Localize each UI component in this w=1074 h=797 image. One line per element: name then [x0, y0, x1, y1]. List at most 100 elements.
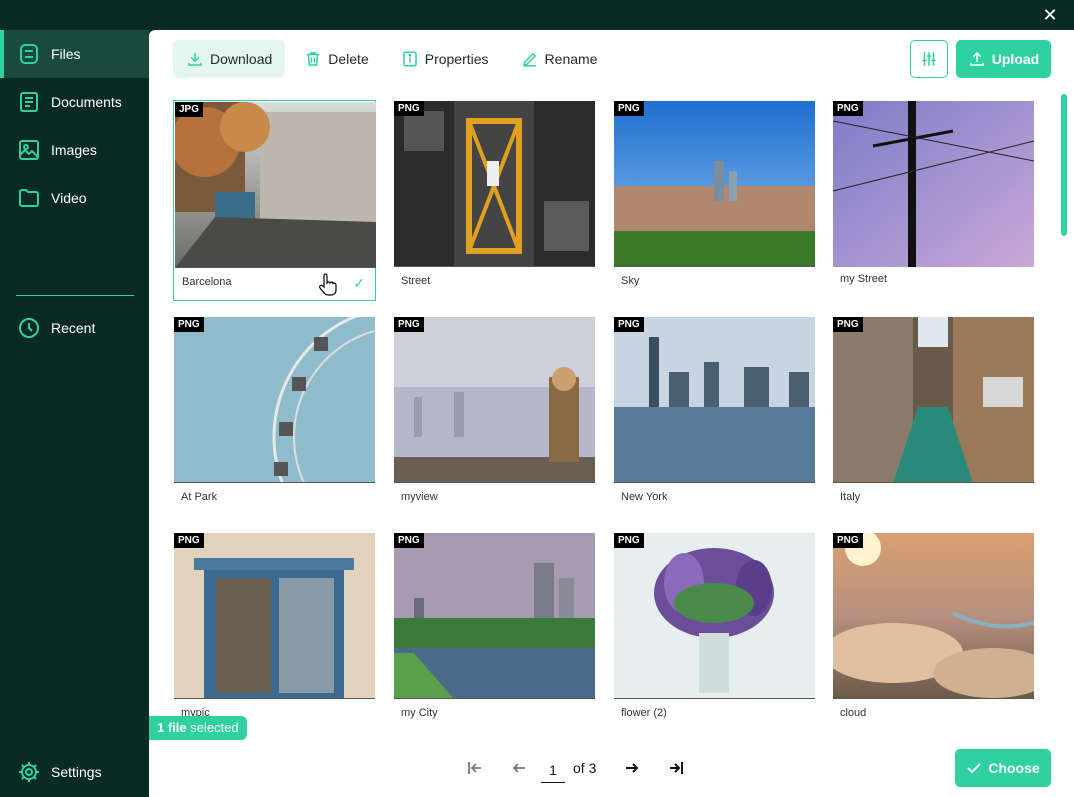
current-page[interactable]: 1: [541, 762, 565, 783]
file-name: Barcelona: [182, 276, 232, 288]
title-bar: ✕: [0, 0, 1074, 30]
hand-cursor-icon: [319, 273, 337, 296]
download-button[interactable]: Download: [173, 40, 286, 78]
file-card[interactable]: JPG Barcelona ✓: [173, 100, 376, 301]
sidebar-item-label: Video: [51, 190, 87, 206]
file-card[interactable]: PNG At Park: [173, 316, 376, 517]
card-divider: [833, 482, 1034, 483]
card-divider: [174, 482, 375, 483]
thumbnail-image: [833, 317, 1034, 483]
file-type-badge: PNG: [394, 101, 424, 116]
file-name: Sky: [621, 275, 640, 287]
sidebar-item-documents[interactable]: Documents: [0, 78, 149, 126]
file-name: my Street: [840, 273, 888, 285]
prev-page-button[interactable]: [497, 755, 541, 781]
file-card[interactable]: PNG New York: [613, 316, 816, 517]
file-type-badge: PNG: [833, 533, 863, 548]
clock-icon: [19, 318, 39, 338]
file-name: flower (2): [621, 707, 667, 719]
last-page-button[interactable]: [654, 755, 698, 781]
scrollbar-thumb[interactable]: [1061, 94, 1067, 236]
file-card[interactable]: PNG Sky: [613, 100, 816, 301]
check-icon: [967, 763, 982, 774]
card-divider: [175, 267, 376, 268]
card-divider: [394, 698, 595, 699]
file-card[interactable]: PNG my City: [393, 532, 596, 733]
next-page-button[interactable]: [610, 755, 654, 781]
trash-icon: [307, 52, 320, 66]
sidebar-item-files[interactable]: Files: [0, 30, 149, 78]
rename-label: Rename: [544, 51, 598, 67]
file-type-badge: PNG: [394, 317, 424, 332]
download-label: Download: [210, 51, 273, 67]
file-name: New York: [621, 491, 668, 503]
sidebar: Files Documents Images Video Recent Sett…: [0, 30, 149, 797]
file-name: my City: [401, 707, 438, 719]
sidebar-item-images[interactable]: Images: [0, 126, 149, 174]
check-icon: ✓: [353, 275, 365, 291]
file-name: Italy: [840, 491, 861, 503]
last-page-icon: [670, 762, 684, 774]
file-card[interactable]: PNG Italy: [832, 316, 1035, 517]
choose-button[interactable]: Choose: [955, 749, 1051, 787]
first-page-button[interactable]: [453, 755, 497, 781]
sidebar-item-settings[interactable]: Settings: [0, 748, 149, 796]
upload-label: Upload: [991, 51, 1040, 67]
selection-count-tag: 1 file selected: [149, 716, 247, 740]
files-icon: [20, 44, 38, 64]
thumbnail-image: [175, 102, 376, 268]
delete-label: Delete: [328, 51, 369, 67]
gear-icon: [19, 762, 39, 782]
sidebar-item-label: Images: [51, 142, 97, 158]
file-picker-window: ✕ Files Documents Images Video Recent Se…: [0, 0, 1074, 797]
properties-button[interactable]: Properties: [388, 40, 502, 78]
documents-icon: [20, 92, 38, 112]
file-name: Street: [401, 275, 431, 287]
thumbnail-image: [394, 101, 595, 267]
upload-button[interactable]: Upload: [956, 40, 1051, 78]
file-type-badge: PNG: [174, 533, 204, 548]
file-card[interactable]: PNG Street: [393, 100, 596, 301]
sidebar-item-label: Settings: [51, 764, 102, 780]
thumbnail-image: [614, 101, 815, 267]
sidebar-item-label: Recent: [51, 320, 96, 336]
pencil-icon: [522, 52, 536, 67]
arrow-left-icon: [512, 763, 525, 773]
file-type-badge: JPG: [175, 102, 204, 117]
filter-button[interactable]: [910, 40, 948, 78]
file-type-badge: PNG: [174, 317, 204, 332]
card-divider: [394, 482, 595, 483]
sidebar-divider: [16, 295, 134, 296]
arrow-right-icon: [626, 763, 639, 773]
file-type-badge: PNG: [614, 317, 644, 332]
download-icon: [188, 53, 202, 66]
selection-suffix: selected: [186, 720, 239, 735]
file-name: cloud: [840, 707, 867, 719]
file-card[interactable]: PNG mypic: [173, 532, 376, 733]
card-divider: [614, 698, 815, 699]
sidebar-item-label: Documents: [51, 94, 122, 110]
upload-icon: [970, 51, 984, 66]
file-card[interactable]: PNG my Street: [832, 100, 1035, 301]
file-card[interactable]: PNG myview: [393, 316, 596, 517]
folder-icon: [19, 189, 39, 207]
images-icon: [19, 140, 39, 160]
card-divider: [394, 266, 595, 267]
sidebar-item-recent[interactable]: Recent: [0, 304, 149, 352]
thumbnail-image: [394, 533, 595, 699]
info-icon: [402, 51, 417, 67]
sidebar-item-video[interactable]: Video: [0, 174, 149, 222]
rename-button[interactable]: Rename: [508, 40, 611, 78]
file-card[interactable]: PNG cloud: [832, 532, 1035, 733]
file-card[interactable]: PNG flower (2): [613, 532, 816, 733]
card-divider: [174, 698, 375, 699]
card-divider: [614, 266, 815, 267]
choose-label: Choose: [988, 760, 1040, 776]
delete-button[interactable]: Delete: [291, 40, 381, 78]
sliders-icon: [922, 52, 936, 66]
close-button[interactable]: ✕: [1040, 5, 1060, 25]
sidebar-item-label: Files: [51, 46, 81, 62]
file-type-badge: PNG: [394, 533, 424, 548]
page-total: of 3: [573, 760, 597, 776]
file-type-badge: PNG: [614, 101, 644, 116]
